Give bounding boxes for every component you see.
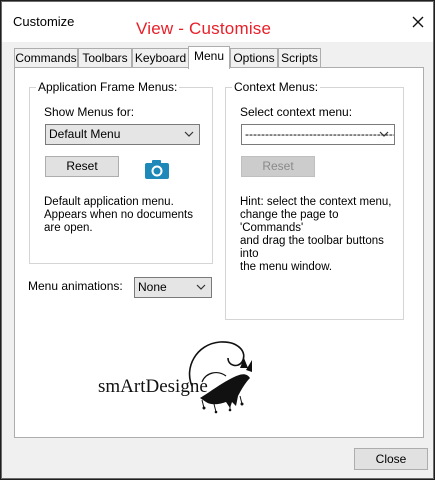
- context-menu-select[interactable]: ----------------------------------------…: [241, 124, 395, 145]
- description-line: Appears when no documents: [44, 209, 193, 221]
- show-menus-for-label: Show Menus for:: [44, 105, 135, 119]
- tab-keyboard[interactable]: Keyboard: [132, 48, 189, 68]
- description-line: are open.: [44, 222, 93, 234]
- smartdesigne-logo-text: smArtDesigne: [98, 376, 208, 397]
- show-menus-for-value: Default Menu: [49, 127, 121, 141]
- tab-menu[interactable]: Menu: [188, 46, 230, 69]
- context-menus-group: Context Menus: Select context menu: ----…: [225, 80, 404, 320]
- menu-animations-select[interactable]: None: [134, 277, 212, 298]
- show-menus-for-select[interactable]: Default Menu: [45, 124, 200, 145]
- chevron-down-icon: [196, 284, 206, 290]
- hint-line: change the page to 'Commands': [240, 209, 339, 234]
- application-frame-menus-label: Application Frame Menus:: [36, 80, 180, 94]
- context-reset-button[interactable]: Reset: [241, 156, 315, 177]
- select-context-menu-label: Select context menu:: [240, 105, 353, 119]
- title-bar: Customize View - Customise: [2, 2, 433, 42]
- tab-toolbars[interactable]: Toolbars: [78, 48, 132, 68]
- app-frame-description: Default application menu. Appears when n…: [44, 196, 193, 235]
- camera-icon: [145, 160, 169, 179]
- menu-animations-value: None: [138, 280, 167, 294]
- close-window-icon[interactable]: [407, 9, 429, 33]
- app-frame-reset-button[interactable]: Reset: [45, 156, 119, 177]
- application-frame-menus-group: Application Frame Menus: Show Menus for:…: [29, 80, 213, 264]
- description-line: Default application menu.: [44, 196, 174, 208]
- chevron-down-icon: [184, 131, 194, 137]
- chevron-down-icon: [379, 131, 389, 137]
- overlay-title: View - Customise: [136, 19, 272, 38]
- hint-line: the menu window.: [240, 261, 333, 273]
- hint-line: Hint: select the context menu,: [240, 196, 392, 208]
- context-menu-value: ----------------------------------------…: [245, 127, 394, 141]
- tab-commands[interactable]: Commands: [14, 48, 78, 68]
- menu-animations-label: Menu animations:: [28, 279, 123, 293]
- tab-options[interactable]: Options: [230, 48, 278, 68]
- customize-dialog: Customize View - Customise Commands Tool…: [1, 1, 434, 479]
- context-menu-hint: Hint: select the context menu, change th…: [240, 196, 403, 274]
- context-menus-label: Context Menus:: [232, 80, 321, 94]
- close-button[interactable]: Close: [354, 448, 428, 470]
- tab-scripts[interactable]: Scripts: [278, 48, 321, 68]
- hint-line: and drag the toolbar buttons into: [240, 235, 384, 260]
- window-title: Customize: [13, 14, 75, 29]
